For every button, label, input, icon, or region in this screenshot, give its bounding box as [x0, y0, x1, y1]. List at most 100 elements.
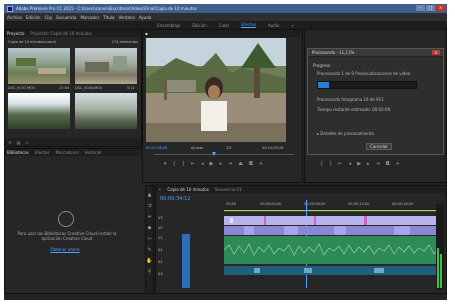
menu-marcador[interactable]: Marcador: [81, 15, 100, 20]
timeline-close-icon[interactable]: ×: [158, 187, 161, 192]
selection-tool-icon[interactable]: ▲: [148, 192, 152, 198]
audio-clip[interactable]: [254, 268, 260, 273]
in-point-icon[interactable]: {: [320, 161, 323, 167]
audio-clip[interactable]: [304, 268, 312, 273]
playhead-icon[interactable]: [212, 152, 216, 156]
video-clip[interactable]: [230, 218, 233, 223]
clip-thumbnail[interactable]: [8, 93, 70, 129]
timeline-tracks: [224, 216, 444, 288]
tab-markers[interactable]: Marcadores: [56, 150, 79, 155]
tab-libraries[interactable]: Bibliotecas: [7, 150, 29, 155]
menu-clip[interactable]: Clip: [44, 15, 52, 20]
tab-project[interactable]: Proyecto: [7, 31, 24, 36]
step-forward-icon[interactable]: ▸: [219, 161, 222, 167]
dialog-close-button[interactable]: ×: [432, 50, 440, 55]
track-select-tool-icon[interactable]: ⇉: [147, 203, 151, 209]
timeline-timecode[interactable]: 00;00;34;12: [160, 196, 191, 202]
workspace-efectos[interactable]: Efectos: [241, 22, 256, 28]
audio-meter-right: [440, 254, 442, 288]
audio-clip[interactable]: [224, 236, 444, 264]
clip-duration: 5:11: [127, 86, 135, 90]
maximize-button[interactable]: □: [426, 5, 435, 11]
play-icon[interactable]: ▶: [357, 161, 361, 167]
step-forward-icon[interactable]: ▸: [367, 161, 370, 167]
resolution-dropdown[interactable]: 1/2: [226, 146, 232, 150]
tab-history[interactable]: Historial: [85, 150, 102, 155]
render-bar: [224, 210, 444, 211]
play-icon[interactable]: ▶: [210, 161, 214, 167]
step-back-icon[interactable]: ◂: [201, 161, 204, 167]
workspace-more[interactable]: »: [291, 23, 293, 28]
video-clip[interactable]: [334, 226, 346, 235]
video-clip[interactable]: [244, 226, 254, 235]
video-clip[interactable]: [394, 226, 410, 235]
workspace-audio[interactable]: Audio: [268, 23, 279, 28]
razor-tool-icon[interactable]: ◆: [148, 225, 152, 231]
menu-titulo[interactable]: Título: [103, 15, 114, 20]
render-details-label: Detalles de procesamiento: [320, 131, 374, 136]
ripple-tool-icon[interactable]: ⇹: [147, 214, 151, 220]
audio-clip[interactable]: [374, 268, 384, 273]
video-clip[interactable]: [364, 216, 367, 225]
video-clip[interactable]: [264, 216, 266, 225]
track-label[interactable]: V1: [158, 236, 163, 240]
tab-effects[interactable]: Efectos: [35, 150, 50, 155]
title-bar: Adobe Premiere Pro CC 2015 - C:\Users\ca…: [4, 4, 447, 13]
track-label[interactable]: A1: [158, 248, 163, 252]
video-clip[interactable]: [284, 226, 298, 235]
hand-tool-icon[interactable]: ✋: [146, 258, 152, 264]
add-icon[interactable]: +: [259, 161, 263, 167]
menu-ayuda[interactable]: Ayuda: [139, 15, 151, 20]
rendering-dialog: Procesando - 11,11% × Progreso Procesand…: [307, 48, 444, 155]
zoom-dropdown[interactable]: Ajustar: [191, 146, 203, 150]
clip-thumbnail[interactable]: [75, 48, 137, 84]
clip-thumbnail[interactable]: [8, 48, 70, 84]
new-bin-icon[interactable]: ▭: [25, 140, 29, 145]
track-label[interactable]: V2: [158, 226, 163, 230]
lift-icon[interactable]: ⏏: [238, 161, 243, 167]
menu-archivo[interactable]: Archivo: [7, 15, 22, 20]
camera-icon[interactable]: ◘: [386, 161, 390, 167]
track-label[interactable]: A3: [158, 272, 163, 276]
timeline-ruler[interactable]: 00;00 00;00;04;00 00;00;08;00 00;00;12;0…: [224, 202, 444, 212]
in-point-icon[interactable]: {: [173, 161, 176, 167]
workspace-edicion[interactable]: Edición: [192, 23, 206, 28]
tab-sequence-main[interactable]: Copia de 10 minutos: [167, 187, 208, 192]
minimize-button[interactable]: –: [416, 5, 425, 11]
go-to-out-icon[interactable]: ⇥: [228, 161, 232, 167]
close-button[interactable]: ×: [436, 5, 445, 11]
render-details-toggle[interactable]: ▸ Detalles de procesamiento: [317, 131, 374, 136]
program-scrubber[interactable]: [154, 154, 294, 155]
list-view-icon[interactable]: ☰: [8, 140, 12, 145]
track-label[interactable]: V3: [158, 216, 163, 220]
video-clip[interactable]: [314, 216, 316, 225]
out-point-icon[interactable]: }: [329, 161, 332, 167]
program-timecode[interactable]: 00;01;38;08: [146, 146, 167, 150]
workspace-color[interactable]: Color: [219, 23, 229, 28]
go-to-in-icon[interactable]: ⇤: [338, 161, 342, 167]
program-monitor-tab[interactable]: ▪: [145, 31, 148, 36]
clip-thumbnail[interactable]: [75, 93, 137, 129]
marker-icon[interactable]: ▾: [164, 161, 167, 167]
out-point-icon[interactable]: }: [182, 161, 185, 167]
zoom-tool-icon[interactable]: ⚲: [148, 269, 152, 275]
menu-secuencia[interactable]: Secuencia: [56, 15, 77, 20]
track-target-v1[interactable]: [182, 234, 190, 288]
workspace-ensamblaje[interactable]: Ensamblaje: [157, 23, 180, 28]
video-clip[interactable]: [224, 216, 444, 225]
icon-view-icon[interactable]: ▦: [17, 140, 21, 145]
go-to-in-icon[interactable]: ⇤: [191, 161, 195, 167]
menu-ventana[interactable]: Ventana: [118, 15, 134, 20]
pen-tool-icon[interactable]: ✎: [147, 247, 151, 253]
tab-sequence-01[interactable]: Secuencia 01: [215, 187, 242, 192]
tab-project-file[interactable]: Proyecto: Copia de 10 minutos: [30, 31, 91, 36]
track-label[interactable]: A2: [158, 260, 163, 264]
add-icon[interactable]: +: [396, 161, 400, 167]
camera-icon[interactable]: ◘: [249, 161, 253, 167]
get-now-link[interactable]: Obtener ahora: [40, 247, 90, 252]
go-to-out-icon[interactable]: ⇥: [375, 161, 379, 167]
step-back-icon[interactable]: ◂: [349, 161, 352, 167]
slip-tool-icon[interactable]: ⇿: [147, 236, 151, 242]
menu-edicion[interactable]: Edición: [26, 15, 40, 20]
cancel-button[interactable]: Cancelar: [366, 143, 392, 150]
